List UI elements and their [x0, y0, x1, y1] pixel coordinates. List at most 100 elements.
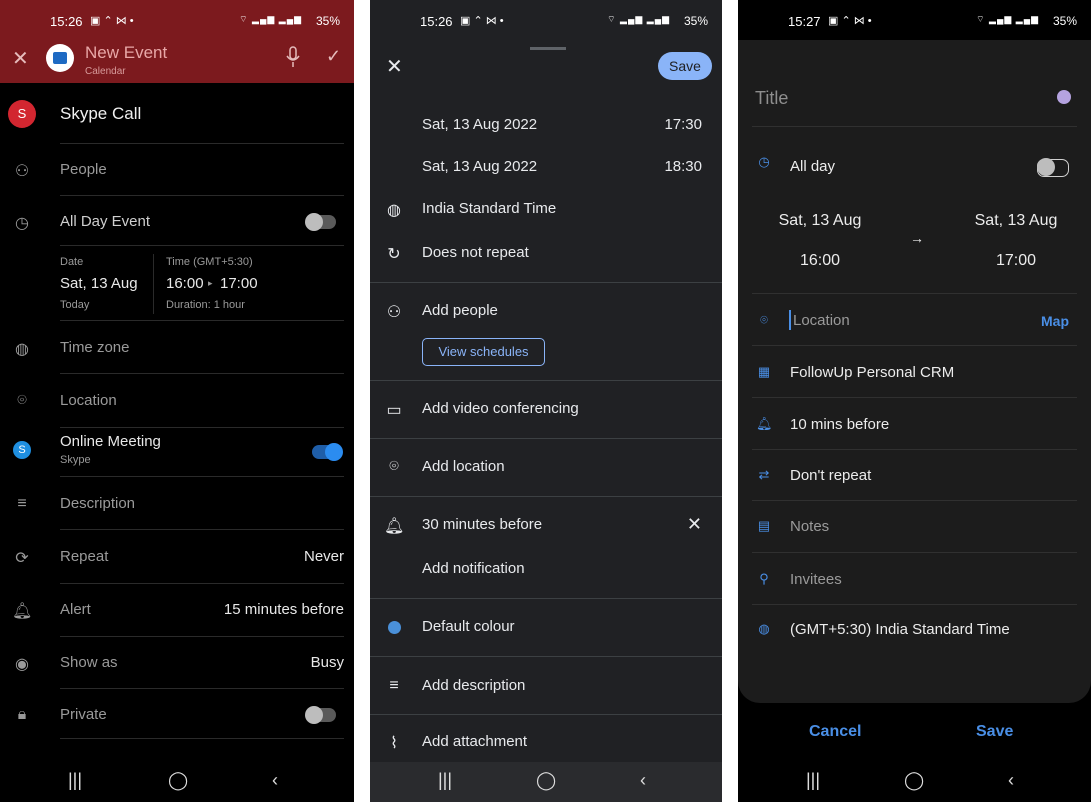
status-icons: ▣ ⌃ ⋈ •	[90, 15, 134, 27]
close-icon[interactable]: ✕	[12, 46, 29, 71]
start-time[interactable]: 17:30	[664, 116, 702, 133]
status-time: 15:26	[420, 14, 453, 29]
calendar-icon: ▦	[757, 364, 771, 379]
system-nav-bar: ||| ◯ ‹	[738, 762, 1091, 802]
close-icon[interactable]: ✕	[386, 54, 403, 79]
video-camera-icon: ▭	[386, 402, 402, 419]
add-people-label: Add people	[422, 302, 498, 319]
eye-icon: ◉	[15, 656, 29, 673]
timezone-label: India Standard Time	[422, 200, 557, 217]
end-time[interactable]: 17:00	[961, 252, 1071, 270]
add-notification-row[interactable]: Add notification	[422, 560, 702, 577]
paperclip-icon: ⌇	[390, 735, 398, 752]
location-input[interactable]: Location	[793, 312, 1075, 329]
repeat-icon: ⟳	[15, 550, 29, 567]
home-icon[interactable]: ◯	[536, 770, 556, 791]
calendar-label: FollowUp Personal CRM	[790, 364, 955, 381]
map-link[interactable]: Map	[1041, 313, 1069, 329]
online-meeting-sub: Skype	[60, 454, 91, 466]
microphone-icon[interactable]	[286, 46, 300, 68]
all-day-toggle[interactable]	[1037, 158, 1069, 177]
battery-level: 35%	[1052, 14, 1077, 28]
timezone-row[interactable]: India Standard Time	[422, 200, 702, 217]
date-value[interactable]: Sat, 13 Aug	[60, 275, 138, 292]
drag-handle[interactable]	[530, 42, 566, 50]
date-label: Date	[60, 256, 84, 268]
repeat-row[interactable]: Does not repeat	[422, 244, 702, 261]
back-icon[interactable]: ‹	[640, 770, 646, 791]
samsung-calendar-new-event-screen: 15:27 ▣ ⌃ ⋈ • ⌔ ▂▄▆ ▂▄▆ 35% Title ◷ All …	[738, 0, 1091, 802]
calendar-row[interactable]: FollowUp Personal CRM	[790, 364, 1075, 381]
text-cursor	[789, 310, 791, 330]
recent-apps-icon[interactable]: |||	[68, 770, 82, 791]
home-icon[interactable]: ◯	[168, 770, 188, 791]
online-meeting-label: Online Meeting	[60, 433, 161, 450]
timezone-row[interactable]: (GMT+5:30) India Standard Time	[790, 621, 1075, 638]
start-time[interactable]: 16:00	[765, 252, 875, 270]
time-end[interactable]: 17:00	[220, 275, 258, 292]
invitees-label: Invitees	[790, 571, 842, 588]
back-icon[interactable]: ‹	[272, 770, 278, 791]
time-start[interactable]: 16:00	[166, 275, 204, 292]
end-date[interactable]: Sat, 13 Aug	[961, 212, 1071, 230]
recent-apps-icon[interactable]: |||	[438, 770, 452, 791]
cancel-button[interactable]: Cancel	[809, 723, 861, 741]
recent-apps-icon[interactable]: |||	[806, 770, 820, 791]
end-time[interactable]: 18:30	[664, 158, 702, 175]
all-day-label: All Day Event	[60, 213, 151, 230]
save-button[interactable]: Save	[658, 52, 712, 80]
repeat-value: Never	[303, 548, 344, 565]
signal-icon: ⌔ ▂▄▆ ▂▄▆	[607, 14, 670, 24]
location-placeholder: Location	[793, 312, 850, 329]
person-icon: ⚲	[759, 571, 769, 586]
start-row[interactable]: Sat, 13 Aug 2022 17:30	[422, 116, 702, 133]
notes-label: Notes	[790, 518, 830, 535]
confirm-icon[interactable]: ✓	[326, 46, 341, 67]
system-nav-bar: ||| ◯ ‹	[0, 762, 354, 802]
online-meeting-toggle[interactable]	[312, 443, 343, 461]
add-location-row[interactable]: Add location	[422, 458, 702, 475]
add-people-row[interactable]: Add people	[422, 302, 702, 319]
home-icon[interactable]: ◯	[904, 770, 924, 791]
notes-row[interactable]: Notes	[790, 518, 1075, 535]
remove-notification-icon[interactable]: ✕	[687, 514, 702, 535]
save-button[interactable]: Save	[976, 723, 1013, 741]
attachment-row[interactable]: Add attachment	[422, 733, 702, 750]
start-date[interactable]: Sat, 13 Aug	[765, 212, 875, 230]
people-icon: ⚇	[14, 163, 30, 180]
repeat-label: Repeat	[60, 548, 109, 565]
event-title[interactable]: Skype Call	[60, 104, 141, 124]
repeat-row[interactable]: Don't repeat	[790, 467, 1075, 484]
skype-icon: S	[13, 441, 31, 459]
colour-dot[interactable]	[1057, 90, 1071, 104]
private-label: Private	[60, 706, 107, 723]
invitees-row[interactable]: Invitees	[790, 571, 1075, 588]
video-conferencing-label: Add video conferencing	[422, 400, 579, 417]
notification-row[interactable]: 30 minutes before ✕	[422, 514, 702, 535]
page-title: New Event	[85, 43, 168, 62]
outlook-new-event-screen: 15:26 ▣ ⌃ ⋈ • ⌔ ▂▄▆ ▂▄▆ 35% ✕ New Event …	[0, 0, 354, 802]
end-row[interactable]: Sat, 13 Aug 2022 18:30	[422, 158, 702, 175]
repeat-label: Don't repeat	[790, 467, 872, 484]
video-conferencing-row[interactable]: Add video conferencing	[422, 400, 702, 417]
all-day-row[interactable]: All day	[790, 158, 1075, 175]
colour-row[interactable]: Default colour	[422, 618, 702, 635]
description-icon: ≡	[389, 677, 399, 694]
globe-icon: ◍	[387, 202, 401, 219]
repeat-icon: ↻	[387, 246, 401, 263]
end-date[interactable]: Sat, 13 Aug 2022	[422, 158, 537, 175]
reminder-row[interactable]: 10 mins before	[790, 416, 1075, 433]
back-icon[interactable]: ‹	[1008, 770, 1014, 791]
description-row[interactable]: Add description	[422, 677, 702, 694]
attachment-label: Add attachment	[422, 733, 528, 750]
view-schedules-button[interactable]: View schedules	[422, 338, 545, 366]
all-day-toggle[interactable]	[305, 213, 336, 231]
private-toggle[interactable]	[305, 706, 336, 724]
all-day-label: All day	[790, 158, 836, 175]
skype-category-icon[interactable]: S	[8, 100, 36, 128]
start-date[interactable]: Sat, 13 Aug 2022	[422, 116, 537, 133]
timezone-label: (GMT+5:30) India Standard Time	[790, 621, 1010, 638]
alert-value: 15 minutes before	[223, 601, 344, 618]
title-input[interactable]: Title	[755, 88, 788, 109]
date-sub: Today	[60, 299, 90, 311]
